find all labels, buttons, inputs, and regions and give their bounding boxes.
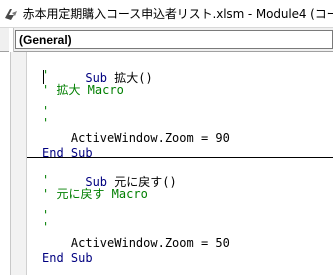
window-title: 赤本用定期購入コース申込者リスト.xlsm - Module4 (コード) — [22, 7, 333, 21]
title-bar: 赤本用定期購入コース申込者リスト.xlsm - Module4 (コード) — [0, 0, 333, 28]
keyword-end-sub[interactable]: End Sub — [42, 250, 93, 266]
comment-line[interactable]: ' 拡大 Macro — [42, 82, 124, 98]
left-margin — [0, 52, 11, 275]
comment-line[interactable]: ' 元に戻す Macro — [42, 186, 148, 202]
vba-module-icon — [2, 4, 21, 24]
object-dropdown[interactable]: (General) — [15, 30, 333, 49]
code-line[interactable]: ActiveWindow.Zoom = 90 — [42, 130, 230, 146]
code-line[interactable]: ActiveWindow.Zoom = 50 — [42, 235, 230, 251]
object-dropdown-value: (General) — [19, 32, 72, 47]
indicator-margin[interactable] — [11, 52, 27, 275]
code-window-toolbar: (General) — [0, 28, 333, 52]
comment-line[interactable]: ' — [42, 67, 49, 83]
code-line[interactable]: Sub 元に戻す() — [42, 158, 176, 189]
code-line[interactable]: Sub 拡大() — [42, 54, 152, 85]
toolbar-divider — [9, 28, 14, 52]
procedure-separator — [27, 157, 333, 158]
comment-line[interactable]: ' — [42, 219, 49, 235]
code-editor[interactable]: Sub 拡大() ' ' 拡大 Macro ' ' ActiveWindow.Z… — [0, 52, 333, 275]
comment-line[interactable]: ' — [42, 115, 49, 131]
